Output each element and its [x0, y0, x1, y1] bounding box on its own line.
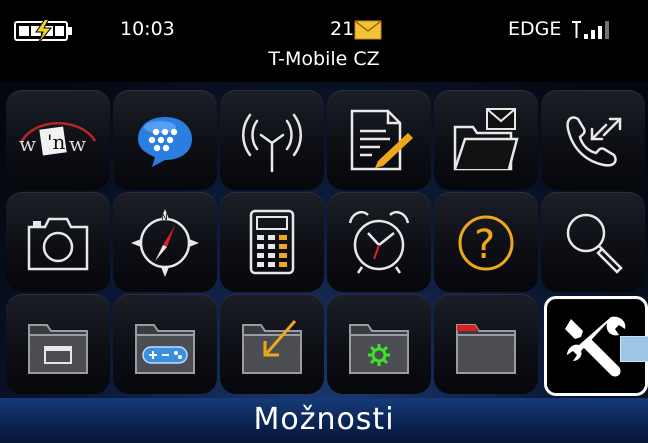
- wnw-app-icon: w 'n' w: [19, 122, 97, 156]
- alarm-clock-icon: [348, 211, 410, 274]
- app-help[interactable]: ?: [434, 192, 538, 292]
- app-calculator[interactable]: [220, 192, 324, 292]
- app-call-log[interactable]: [541, 90, 645, 190]
- carrier-name: T-Mobile CZ: [268, 48, 380, 70]
- home-screen: 10:03 21 EDGE T-Mobile CZ w 'n' w N ? Mo…: [0, 0, 648, 443]
- search-icon: [566, 213, 623, 274]
- camera-icon: [27, 217, 89, 271]
- app-applications-folder[interactable]: [6, 294, 110, 394]
- messages-folder-icon: [453, 108, 519, 171]
- compass-icon: N: [131, 209, 199, 277]
- red-tab-folder-icon: [456, 324, 516, 374]
- svg-text:?: ?: [474, 222, 495, 268]
- network-type: EDGE: [508, 18, 562, 40]
- help-icon: ?: [458, 215, 514, 271]
- app-compass[interactable]: N: [113, 192, 217, 292]
- svg-text:w: w: [19, 132, 36, 156]
- app-blackberry-messenger[interactable]: [113, 90, 217, 190]
- status-time: 10:03: [120, 18, 175, 40]
- downloads-folder-icon: [242, 320, 302, 374]
- message-count: 21: [330, 18, 355, 40]
- envelope-icon: [354, 20, 382, 40]
- battery-charging-icon: [14, 20, 72, 42]
- status-bar: 10:03 21 EDGE T-Mobile CZ: [0, 0, 648, 82]
- notepad-icon: [350, 109, 413, 171]
- selection-pointer: [620, 336, 648, 362]
- svg-text:w: w: [69, 132, 86, 156]
- settings-folder-icon: [349, 324, 409, 374]
- app-notepad[interactable]: [327, 90, 431, 190]
- app-red-tab-folder[interactable]: [434, 294, 538, 394]
- app-antenna[interactable]: [220, 90, 324, 190]
- app-downloads-folder[interactable]: [220, 294, 324, 394]
- applications-folder-icon: [28, 324, 88, 374]
- calculator-icon: [249, 209, 295, 275]
- app-grid: w 'n' w N ?: [0, 82, 648, 398]
- games-folder-icon: [135, 324, 195, 374]
- app-camera[interactable]: [6, 192, 110, 292]
- app-settings-folder[interactable]: [327, 294, 431, 394]
- svg-text:N: N: [161, 213, 168, 223]
- blackberry-messenger-icon: [138, 117, 192, 167]
- antenna-icon: [242, 113, 302, 173]
- app-messages-folder[interactable]: [434, 90, 538, 190]
- signal-strength-icon: [572, 21, 609, 39]
- svg-text:'n': 'n': [47, 130, 71, 154]
- phone-call-log-icon: [566, 116, 622, 167]
- app-games-folder[interactable]: [113, 294, 217, 394]
- app-alarm-clock[interactable]: [327, 192, 431, 292]
- app-wnw[interactable]: w 'n' w: [6, 90, 110, 190]
- app-search[interactable]: [541, 192, 645, 292]
- selected-app-label: Možnosti: [0, 398, 648, 443]
